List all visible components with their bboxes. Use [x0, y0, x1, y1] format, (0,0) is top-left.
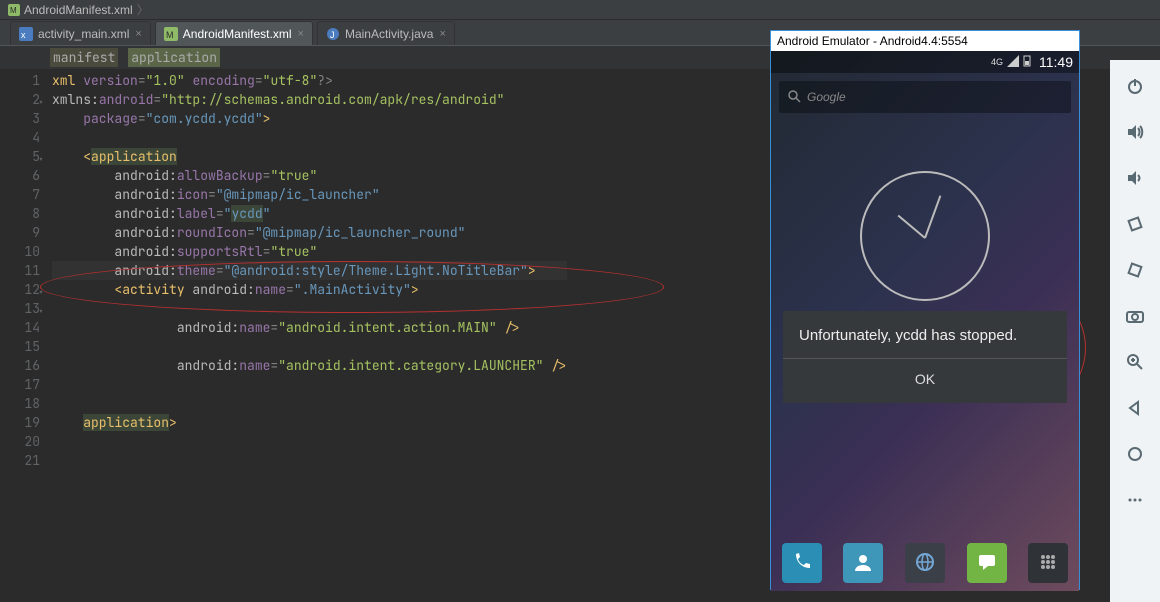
code-line[interactable]: xml version="1.0" encoding="utf-8"?>: [52, 71, 567, 90]
code-line[interactable]: android:label="ycdd": [52, 204, 567, 223]
code-line[interactable]: android:icon="@mipmap/ic_launcher": [52, 185, 567, 204]
power-button[interactable]: [1122, 74, 1148, 100]
rotate-left-icon: [1125, 214, 1145, 237]
home-button[interactable]: [1122, 442, 1148, 468]
crash-dialog-text: Unfortunately, ycdd has stopped.: [799, 327, 1051, 344]
emulator-title: Android Emulator - Android4.4:5554: [771, 31, 1079, 51]
status-time: 11:49: [1039, 54, 1073, 70]
rotate-right-icon: [1125, 260, 1145, 283]
back-icon: [1125, 398, 1145, 421]
java-file-icon: J: [326, 27, 340, 41]
code-line[interactable]: [52, 394, 567, 413]
line-gutter: 123456789101112131415161718192021: [0, 69, 46, 470]
tab-androidmanifest-xml[interactable]: M AndroidManifest.xml ×: [155, 21, 313, 45]
search-icon: [787, 89, 801, 106]
code-line[interactable]: [52, 375, 567, 394]
path-application[interactable]: application: [128, 48, 220, 67]
vol-up-icon: [1125, 122, 1145, 145]
manifest-file-icon: M: [164, 27, 178, 41]
phone-icon: [791, 551, 813, 576]
rotate-left-button[interactable]: [1122, 212, 1148, 238]
fold-icon[interactable]: [38, 301, 48, 311]
dock-app-web[interactable]: [905, 543, 945, 583]
crash-dialog: Unfortunately, ycdd has stopped. OK: [783, 311, 1067, 403]
fold-icon[interactable]: [38, 149, 48, 159]
more-button[interactable]: [1122, 488, 1148, 514]
annotation-ellipse-code: [40, 261, 664, 313]
tab-close-icon[interactable]: ×: [135, 28, 141, 40]
emulator-toolbar: [1110, 64, 1160, 602]
code-line[interactable]: application>: [52, 413, 567, 432]
code-line[interactable]: package="com.ycdd.ycdd">: [52, 109, 567, 128]
dock-app-messages[interactable]: [967, 543, 1007, 583]
clock-widget[interactable]: [860, 171, 990, 301]
battery-icon: [1023, 55, 1031, 70]
tab-mainactivity-java[interactable]: J MainActivity.java ×: [317, 21, 455, 45]
tab-close-icon[interactable]: ×: [298, 28, 304, 40]
tab-activity_main-xml[interactable]: x activity_main.xml ×: [10, 21, 151, 45]
tab-label: MainActivity.java: [345, 27, 433, 41]
tab-label: AndroidManifest.xml: [183, 27, 292, 41]
code-line[interactable]: android:supportsRtl="true": [52, 242, 567, 261]
code-line[interactable]: xmlns:android="http://schemas.android.co…: [52, 90, 567, 109]
dock-app-apps[interactable]: [1028, 543, 1068, 583]
signal-icon: [1007, 55, 1019, 70]
emulator-screen[interactable]: 4G 11:49 Google Unfortunately, ycdd has …: [771, 51, 1079, 591]
web-icon: [914, 551, 936, 576]
network-4g-icon: 4G: [991, 57, 1003, 67]
svg-text:M: M: [166, 30, 174, 40]
svg-text:J: J: [330, 30, 335, 40]
dock-app-phone[interactable]: [782, 543, 822, 583]
code-line[interactable]: [52, 432, 567, 451]
breadcrumb-file: AndroidManifest.xml: [24, 3, 133, 17]
search-placeholder: Google: [807, 90, 846, 104]
zoom-button[interactable]: [1122, 350, 1148, 376]
crash-dialog-ok-button[interactable]: OK: [799, 359, 1051, 387]
camera-icon: [1125, 306, 1145, 329]
code-line[interactable]: <application: [52, 147, 567, 166]
code-line[interactable]: android:name="android.intent.action.MAIN…: [52, 318, 567, 337]
back-button[interactable]: [1122, 396, 1148, 422]
messages-icon: [976, 551, 998, 576]
xml-file-icon: x: [19, 27, 33, 41]
tab-label: activity_main.xml: [38, 27, 129, 41]
manifest-file-icon: M: [8, 3, 20, 17]
code-line[interactable]: [52, 128, 567, 147]
breadcrumb-chevron-icon: 〉: [137, 1, 149, 18]
code-line[interactable]: android:roundIcon="@mipmap/ic_launcher_r…: [52, 223, 567, 242]
code-line[interactable]: [52, 337, 567, 356]
dock-app-contacts[interactable]: [843, 543, 883, 583]
camera-button[interactable]: [1122, 304, 1148, 330]
code-line[interactable]: android:allowBackup="true": [52, 166, 567, 185]
code-line[interactable]: android:name="android.intent.category.LA…: [52, 356, 567, 375]
fold-icon[interactable]: [38, 92, 48, 102]
svg-text:x: x: [21, 30, 26, 40]
power-icon: [1125, 76, 1145, 99]
more-icon: [1125, 490, 1145, 513]
home-icon: [1125, 444, 1145, 467]
status-bar: 4G 11:49: [771, 51, 1079, 73]
contacts-icon: [852, 551, 874, 576]
google-search[interactable]: Google: [779, 81, 1071, 113]
rotate-right-button[interactable]: [1122, 258, 1148, 284]
apps-icon: [1037, 551, 1059, 576]
tab-close-icon[interactable]: ×: [439, 28, 445, 40]
android-emulator: Android Emulator - Android4.4:5554 4G 11…: [770, 30, 1080, 590]
vol-up-button[interactable]: [1122, 120, 1148, 146]
vol-down-icon: [1125, 168, 1145, 191]
code-line[interactable]: [52, 451, 567, 470]
zoom-icon: [1125, 352, 1145, 375]
path-manifest[interactable]: manifest: [50, 48, 118, 67]
svg-text:M: M: [10, 6, 17, 15]
app-dock: [771, 535, 1079, 591]
vol-down-button[interactable]: [1122, 166, 1148, 192]
breadcrumb: M AndroidManifest.xml 〉: [0, 0, 1160, 20]
